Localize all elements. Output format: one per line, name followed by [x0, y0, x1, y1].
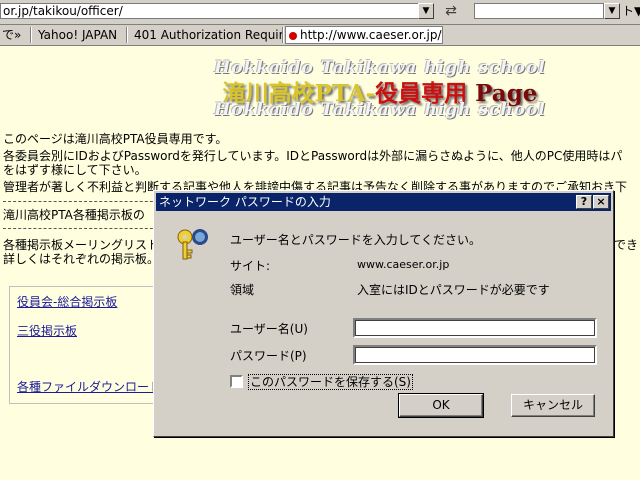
cancel-button[interactable]: キャンセル	[511, 394, 595, 417]
links-label: で»	[2, 28, 22, 42]
search-dropdown-button[interactable]: ▼	[604, 3, 620, 19]
intro-line: 各種掲示板メーリングリスト	[3, 238, 160, 252]
address-dropdown-button[interactable]: ▼	[418, 3, 434, 19]
dialog-prompt: ユーザー名とパスワードを入力してください。	[230, 233, 482, 247]
username-input[interactable]	[353, 318, 597, 338]
link-401-authorization[interactable]: 401 Authorization Required	[132, 26, 282, 44]
divider	[3, 228, 163, 229]
save-password-label[interactable]: このパスワードを保存する(S)	[248, 374, 413, 390]
dialog-title: ネットワーク パスワードの入力	[159, 195, 331, 209]
intro-line: このページは滝川高校PTA役員専用です。	[3, 132, 228, 146]
site-value: www.caeser.or.jp	[357, 258, 450, 271]
page-favicon-icon	[289, 31, 297, 40]
banner-subtitle-bottom: Hokkaido Takikawa high school	[214, 100, 546, 120]
key-icon	[177, 229, 208, 260]
username-label: ユーザー名(U)	[230, 322, 308, 336]
toolbar-divider	[126, 27, 128, 43]
link-sanyaku-board[interactable]: 三役掲示板	[17, 322, 77, 339]
tab-caeser[interactable]: http://www.caeser.or.jp/ta...	[285, 26, 443, 44]
tab-label: http://www.caeser.or.jp/ta...	[300, 28, 442, 42]
search-engine-label[interactable]: ト▼	[622, 3, 640, 19]
address-toolbar: or.jp/takikou/officer/ ▼ ⇄ ▼ ト▼	[0, 0, 640, 25]
realm-value: 入室にはIDとパスワードが必要です	[357, 283, 550, 297]
save-password-checkbox[interactable]	[230, 375, 243, 388]
toolbar-divider	[282, 27, 284, 43]
help-button[interactable]: ?	[576, 195, 592, 209]
intro-line: 滝川高校PTA各種掲示板の	[3, 208, 145, 222]
site-label: サイト:	[230, 259, 271, 273]
ok-button[interactable]: OK	[398, 393, 484, 418]
intro-line: をはずす様にして下さい。	[3, 163, 147, 177]
intro-line: 各委員会別にIDおよびPasswordを発行しています。IDとPasswordは…	[3, 149, 623, 163]
realm-label: 領域	[230, 283, 255, 297]
network-password-dialog: ネットワーク パスワードの入力 ? × ユーザー名とパスワードを入力してください…	[153, 190, 614, 437]
link-yahoo-japan[interactable]: Yahoo! JAPAN	[36, 26, 124, 44]
search-input[interactable]	[474, 3, 604, 19]
toolbar-divider	[30, 27, 32, 43]
divider	[3, 201, 163, 202]
intro-line: 詳しくはそれぞれの掲示板。	[3, 252, 160, 266]
close-button[interactable]: ×	[593, 195, 609, 209]
refresh-go-icon[interactable]: ⇄	[440, 2, 462, 21]
link-officer-board[interactable]: 役員会-総合掲示板	[17, 293, 117, 310]
password-input[interactable]	[353, 345, 597, 365]
password-label: パスワード(P)	[230, 349, 307, 363]
link-file-download[interactable]: 各種ファイルダウンロード	[17, 378, 161, 395]
dialog-titlebar[interactable]: ネットワーク パスワードの入力 ? ×	[156, 193, 611, 211]
banner: Hokkaido Takikawa high school 滝川高校PTA-役員…	[190, 56, 570, 126]
board-links-panel: 役員会-総合掲示板 三役掲示板 各種ファイルダウンロード	[9, 286, 161, 404]
intro-line-tail: でき	[614, 238, 639, 252]
address-bar[interactable]: or.jp/takikou/officer/	[0, 3, 432, 19]
